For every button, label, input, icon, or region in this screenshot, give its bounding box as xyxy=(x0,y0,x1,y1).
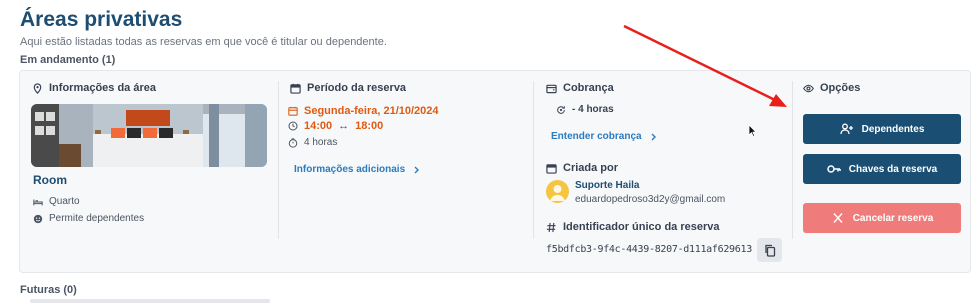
created-by-heading-text: Criada por xyxy=(563,162,619,174)
options-heading-text: Opções xyxy=(820,82,861,94)
avatar xyxy=(546,180,569,203)
hash-icon xyxy=(546,222,556,232)
understand-billing-link-text[interactable]: Entender cobrança xyxy=(551,131,642,142)
period-column: Período da reserva Segunda-feira, 21/10/… xyxy=(279,71,533,272)
page-subtitle: Aqui estão listadas todas as reservas em… xyxy=(20,36,387,48)
copy-icon xyxy=(764,244,775,257)
dependents-button-label[interactable]: Dependentes xyxy=(862,124,925,135)
more-info-link-text[interactable]: Informações adicionais xyxy=(294,164,405,175)
reservation-uid: f5bdfcb3-9f4c-4439-8207-d111af629613 xyxy=(546,244,752,255)
add-user-icon xyxy=(839,123,853,135)
creator-email: eduardopedroso3d2y@gmail.com xyxy=(575,194,726,205)
area-info-heading: Informações da área xyxy=(32,82,156,94)
allows-dependents-label: Permite dependentes xyxy=(49,213,145,224)
reservation-date-text: Segunda-feira, 21/10/2024 xyxy=(304,105,439,117)
area-info-heading-text: Informações da área xyxy=(49,82,156,94)
calendar-icon xyxy=(546,163,557,174)
billing-amount-text: - 4 horas xyxy=(572,104,614,115)
understand-billing-link[interactable]: Entender cobrança xyxy=(551,131,658,142)
reservation-time: 14:00 ↔ 18:00 xyxy=(288,120,383,132)
time-separator: ↔ xyxy=(338,120,350,132)
reservation-date: Segunda-feira, 21/10/2024 xyxy=(288,105,439,117)
clock-icon xyxy=(288,121,298,131)
billing-amount: - 4 horas xyxy=(556,104,614,115)
period-heading: Período da reserva xyxy=(290,82,406,94)
future-list-placeholder xyxy=(30,299,270,303)
wallet-icon xyxy=(546,84,557,93)
timer-icon xyxy=(288,137,298,148)
options-column: Opções Dependentes Chaves da reserva Can… xyxy=(793,71,972,272)
copy-uid-button[interactable] xyxy=(757,238,782,262)
created-by-heading: Criada por xyxy=(546,162,618,174)
reservation-duration: 4 horas xyxy=(288,137,337,148)
period-heading-text: Período da reserva xyxy=(307,82,407,94)
area-info-column: Informações da área Room Quarto Permite … xyxy=(20,71,278,272)
reservation-keys-button[interactable]: Chaves da reserva xyxy=(803,154,961,184)
uid-heading: Identificador único da reserva xyxy=(546,221,720,233)
billing-column: Cobrança - 4 horas Entender cobrança Cri… xyxy=(534,71,792,272)
calendar-icon xyxy=(288,106,298,116)
allows-dependents: Permite dependentes xyxy=(33,213,144,224)
billing-heading-text: Cobrança xyxy=(563,82,614,94)
reservation-duration-text: 4 horas xyxy=(304,137,338,148)
key-icon xyxy=(827,165,841,173)
map-pin-icon xyxy=(33,82,42,94)
room-name: Room xyxy=(33,173,67,187)
ongoing-section-label: Em andamento (1) xyxy=(20,54,116,66)
room-photo xyxy=(31,104,267,167)
billing-heading: Cobrança xyxy=(546,82,614,94)
uid-heading-text: Identificador único da reserva xyxy=(563,221,720,233)
room-type-label: Quarto xyxy=(49,196,80,207)
cancel-reservation-button-label[interactable]: Cancelar reserva xyxy=(853,213,934,224)
future-section-label: Futuras (0) xyxy=(20,284,77,296)
close-icon xyxy=(833,213,843,223)
chevron-right-icon xyxy=(414,166,420,173)
calendar-icon xyxy=(290,83,301,94)
room-type: Quarto xyxy=(33,196,80,207)
reservation-end: 18:00 xyxy=(355,120,384,132)
eye-icon xyxy=(803,84,814,92)
refresh-coin-icon xyxy=(557,105,565,114)
reservation-keys-button-label[interactable]: Chaves da reserva xyxy=(849,164,937,175)
bed-icon xyxy=(33,199,43,205)
dependents-button[interactable]: Dependentes xyxy=(803,114,961,144)
reservation-card: Informações da área Room Quarto Permite … xyxy=(19,70,971,273)
creator-name: Suporte Haila xyxy=(575,180,640,191)
chevron-right-icon xyxy=(651,133,656,140)
page-title: Áreas privativas xyxy=(20,8,183,31)
more-info-link[interactable]: Informações adicionais xyxy=(294,164,421,175)
options-heading: Opções xyxy=(803,82,860,94)
cancel-reservation-button[interactable]: Cancelar reserva xyxy=(803,203,961,233)
mouse-cursor xyxy=(748,124,757,137)
smile-icon xyxy=(33,214,43,223)
reservation-start: 14:00 xyxy=(304,120,333,132)
